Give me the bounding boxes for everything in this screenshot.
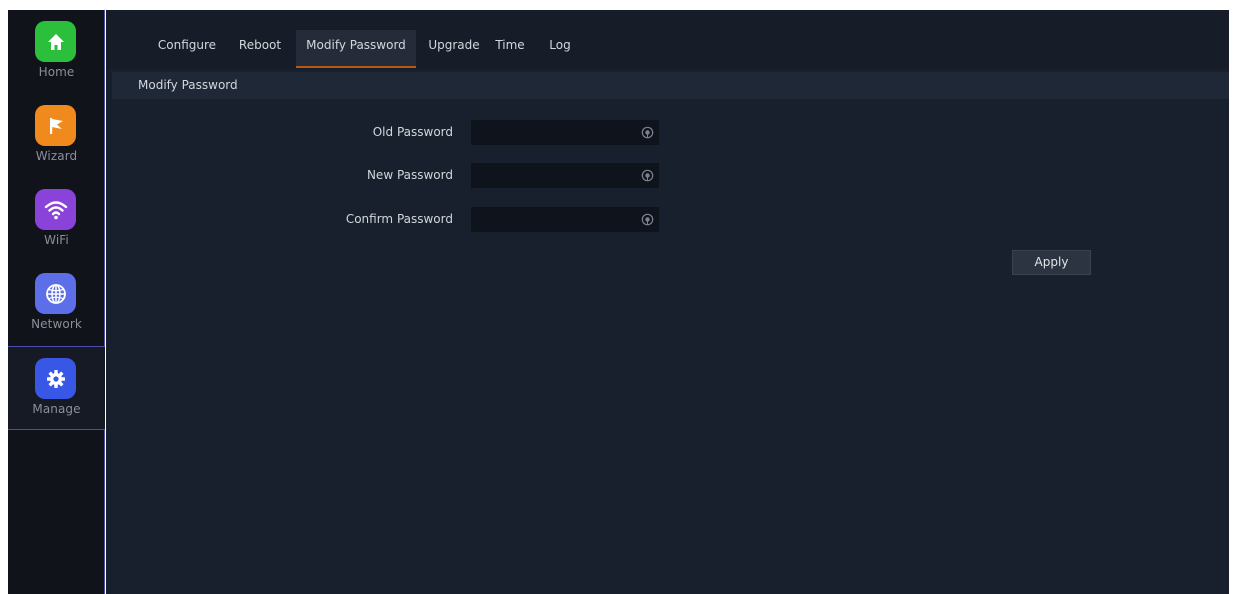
tab-log[interactable]: Log [542, 30, 578, 68]
sidebar-item-wizard[interactable]: Wizard [8, 94, 105, 178]
sidebar-item-label: WiFi [44, 233, 69, 247]
old-password-field [471, 120, 659, 145]
home-icon [35, 21, 76, 62]
new-password-label: New Password [366, 168, 453, 182]
gear-icon [35, 358, 76, 399]
tab-upgrade[interactable]: Upgrade [424, 30, 484, 68]
main-panel: Configure Reboot Modify Password Upgrade… [106, 10, 1229, 594]
sidebar-item-manage[interactable]: Manage [8, 346, 105, 430]
globe-icon [35, 273, 76, 314]
section-title: Modify Password [138, 78, 238, 92]
confirm-password-input[interactable] [471, 207, 636, 232]
apply-button[interactable]: Apply [1012, 250, 1091, 275]
sidebar-item-label: Manage [32, 402, 81, 416]
sidebar-item-network[interactable]: Network [8, 262, 105, 346]
sidebar: Home Wizard WiFi Network Manage [8, 10, 105, 594]
section-header: Modify Password [112, 72, 1229, 99]
sidebar-item-label: Home [38, 65, 75, 79]
sidebar-item-home[interactable]: Home [8, 10, 105, 94]
tab-time[interactable]: Time [488, 30, 532, 68]
confirm-password-label: Confirm Password [345, 212, 453, 226]
old-password-label: Old Password [372, 125, 453, 139]
tab-bar: Configure Reboot Modify Password Upgrade… [106, 10, 1229, 69]
new-password-input[interactable] [471, 163, 636, 188]
show-password-icon[interactable] [641, 126, 654, 139]
show-password-icon[interactable] [641, 213, 654, 226]
tab-reboot[interactable]: Reboot [234, 30, 286, 68]
flag-icon [35, 105, 76, 146]
show-password-icon[interactable] [641, 169, 654, 182]
wifi-icon [35, 189, 76, 230]
sidebar-item-label: Network [31, 317, 82, 331]
confirm-password-field [471, 207, 659, 232]
sidebar-item-label: Wizard [35, 149, 78, 163]
sidebar-item-wifi[interactable]: WiFi [8, 178, 105, 262]
new-password-field [471, 163, 659, 188]
tab-configure[interactable]: Configure [152, 30, 222, 68]
tab-modify-password[interactable]: Modify Password [296, 30, 416, 68]
old-password-input[interactable] [471, 120, 636, 145]
